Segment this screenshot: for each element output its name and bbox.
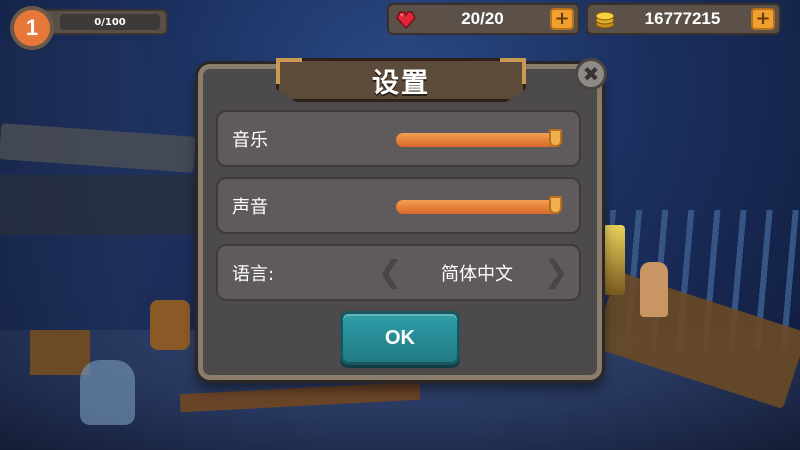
sound-label: 声音 xyxy=(232,196,268,218)
music-slider-knob[interactable] xyxy=(549,129,562,147)
sound-slider[interactable] xyxy=(396,196,562,214)
music-label: 音乐 xyxy=(232,129,268,151)
coins-counter: 16777215 + xyxy=(586,3,781,35)
plus-icon: + xyxy=(554,8,570,29)
add-coins-button[interactable]: + xyxy=(751,8,775,30)
add-hearts-button[interactable]: + xyxy=(550,8,574,30)
background-tree xyxy=(0,40,210,340)
background-beam xyxy=(179,381,421,413)
sound-setting-row: 声音 xyxy=(216,177,581,234)
chevron-right-icon: ❯ xyxy=(543,254,569,290)
dialog-title-plate: 设置 xyxy=(276,58,526,102)
language-label: 语言: xyxy=(232,263,275,285)
sound-slider-fill xyxy=(396,200,562,214)
plus-icon: + xyxy=(755,8,771,29)
background-bottle xyxy=(80,360,135,425)
heart-icon xyxy=(396,11,416,29)
xp-text: 0/100 xyxy=(94,16,126,28)
level-number: 1 xyxy=(25,15,39,40)
background-plank xyxy=(0,123,197,173)
xp-bar: 0/100 xyxy=(40,9,168,35)
language-setting-row: 语言: ❮ 简体中文 ❯ xyxy=(216,244,581,301)
background-shelter xyxy=(0,175,200,235)
ok-button[interactable]: OK xyxy=(340,311,460,365)
coin-stack-icon xyxy=(595,11,615,29)
close-button[interactable]: ✖ xyxy=(575,58,607,90)
dialog-title: 设置 xyxy=(372,67,430,99)
chevron-left-icon: ❮ xyxy=(377,254,403,290)
hearts-counter: 20/20 + xyxy=(387,3,580,35)
level-badge: 1 xyxy=(10,6,54,50)
background-lamp xyxy=(603,225,625,295)
coins-value: 16777215 xyxy=(644,9,721,28)
music-setting-row: 音乐 xyxy=(216,110,581,167)
music-slider-fill xyxy=(396,133,562,147)
background-cart xyxy=(592,271,800,409)
music-slider[interactable] xyxy=(396,129,562,147)
background-crate xyxy=(30,330,90,375)
language-prev-button[interactable]: ❮ xyxy=(377,254,403,290)
background-skeleton xyxy=(640,262,668,317)
background-fence xyxy=(610,210,800,350)
hearts-value: 20/20 xyxy=(461,9,504,28)
ok-button-label: OK xyxy=(385,326,415,349)
background-barrel xyxy=(150,300,190,350)
language-next-button[interactable]: ❯ xyxy=(543,254,569,290)
language-value: 简体中文 xyxy=(441,263,513,285)
close-icon: ✖ xyxy=(582,62,600,86)
sound-slider-knob[interactable] xyxy=(549,196,562,214)
